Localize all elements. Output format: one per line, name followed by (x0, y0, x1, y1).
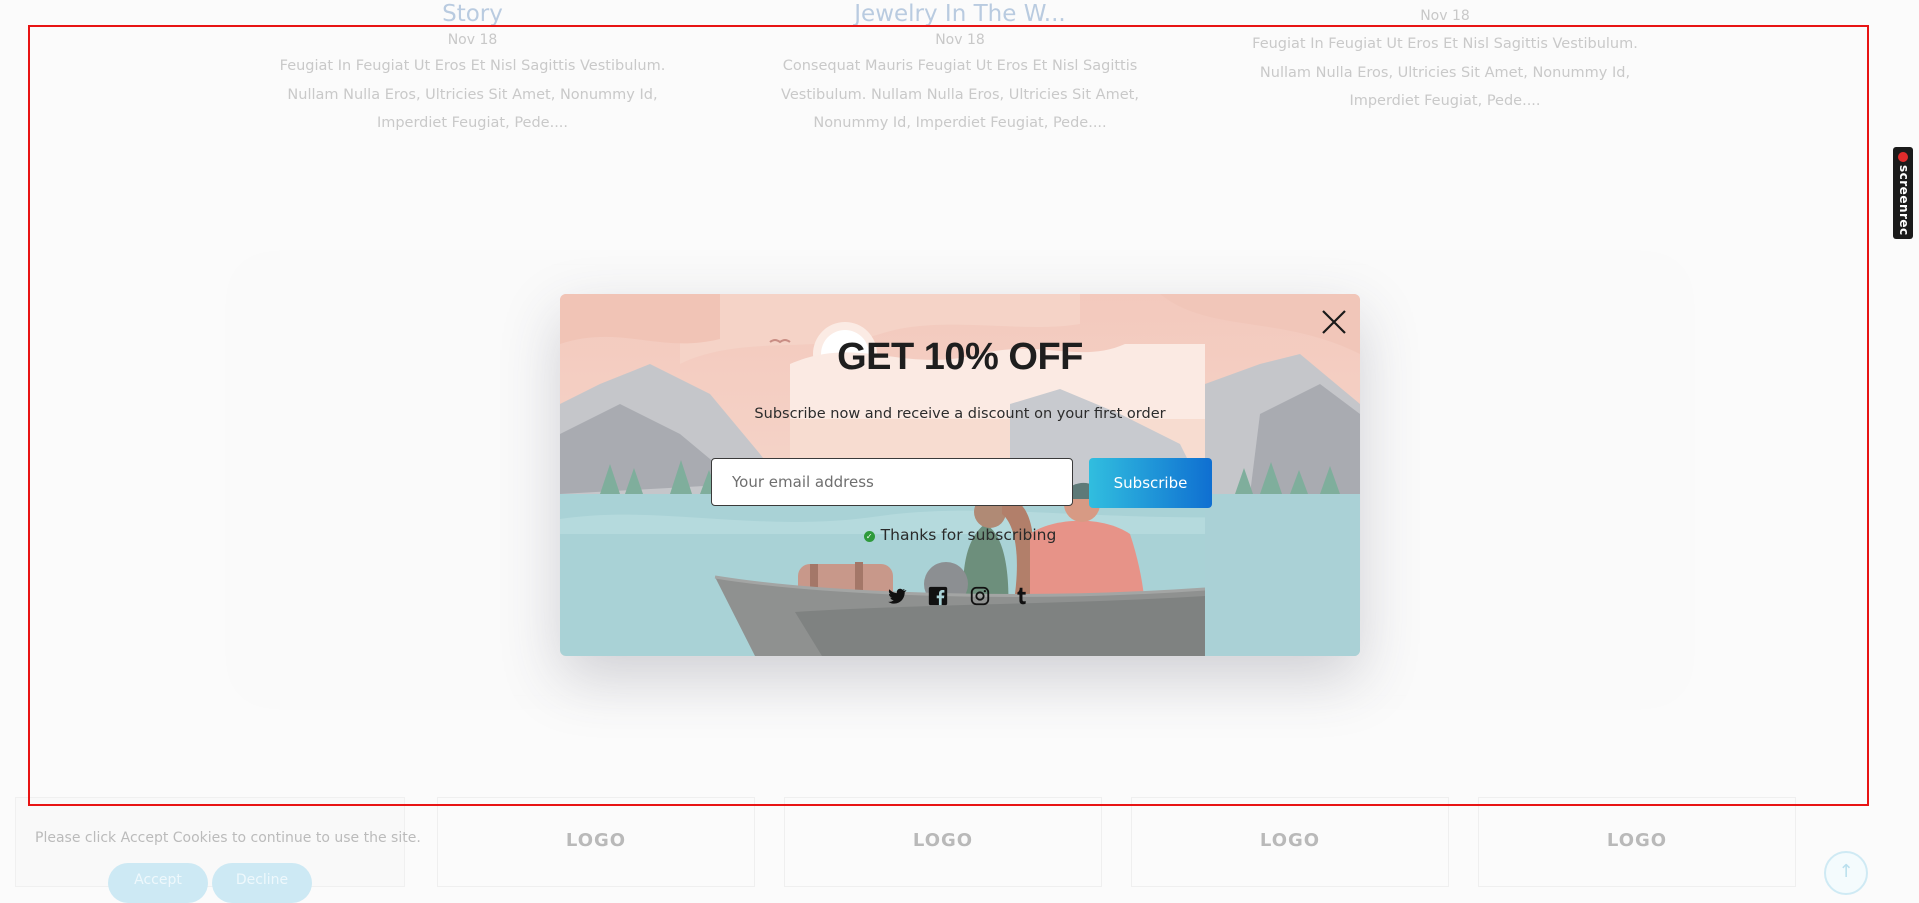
check-circle-icon: ✓ (863, 531, 875, 542)
facebook-icon[interactable] (927, 585, 949, 607)
brand-logo-card[interactable]: LOGO (437, 797, 755, 887)
blog-card: Nov 18 Feugiat In Feugiat Ut Eros Et Nis… (1245, 0, 1645, 116)
blog-card: Story Nov 18 Feugiat In Feugiat Ut Eros … (270, 0, 675, 138)
subscribe-button[interactable]: Subscribe (1089, 458, 1212, 508)
popup-title: GET 10% OFF (837, 336, 1083, 378)
blog-post-excerpt: Consequat Mauris Feugiat Ut Eros Et Nisl… (781, 58, 1139, 131)
brand-logo: LOGO (1606, 830, 1668, 851)
blog-post-title[interactable]: Jewelry In The W... (772, 0, 1148, 28)
cookie-notice: Please click Accept Cookies to continue … (15, 797, 421, 903)
accept-cookies-button[interactable]: Accept (108, 863, 208, 903)
social-links (885, 585, 1035, 609)
newsletter-popup: GET 10% OFF Subscribe now and receive a … (560, 294, 1360, 656)
blog-post-date: Nov 18 (935, 32, 985, 48)
record-icon (1898, 152, 1908, 162)
blog-post-title[interactable]: Story (270, 0, 675, 28)
tumblr-icon[interactable] (1011, 585, 1033, 607)
blog-post-excerpt: Feugiat In Feugiat Ut Eros Et Nisl Sagit… (1252, 36, 1638, 109)
brand-logo-card[interactable]: LOGO (784, 797, 1102, 887)
brand-logo: LOGO (565, 830, 627, 851)
blog-post-excerpt: Feugiat In Feugiat Ut Eros Et Nisl Sagit… (279, 58, 666, 131)
arrow-up-icon: ↑ (1838, 861, 1854, 882)
subscribe-success-message: ✓ Thanks for subscribing (560, 526, 1360, 544)
blog-post-date: Nov 18 (447, 32, 498, 48)
instagram-icon[interactable] (969, 585, 991, 607)
scroll-to-top-button[interactable]: ↑ (1824, 851, 1868, 895)
close-popup-button[interactable] (1318, 306, 1350, 338)
twitter-icon[interactable] (885, 585, 907, 607)
brand-logo: LOGO (1259, 830, 1321, 851)
decline-cookies-button[interactable]: Decline (212, 863, 312, 903)
screen-recorder-tab[interactable]: screenrec (1893, 147, 1913, 239)
brand-logo-card[interactable]: LOGO (1478, 797, 1796, 887)
brand-logo: LOGO (912, 830, 974, 851)
blog-post-date: Nov 18 (1420, 8, 1470, 24)
cookie-notice-text: Please click Accept Cookies to continue … (35, 830, 421, 846)
success-text: Thanks for subscribing (880, 526, 1057, 544)
email-input[interactable] (711, 458, 1073, 506)
popup-subtitle: Subscribe now and receive a discount on … (754, 406, 1166, 422)
brand-logo-card[interactable]: LOGO (1131, 797, 1449, 887)
close-icon (1322, 310, 1346, 334)
screen-recorder-label: screenrec (1897, 165, 1911, 236)
blog-card: Jewelry In The W... Nov 18 Consequat Mau… (772, 0, 1148, 138)
